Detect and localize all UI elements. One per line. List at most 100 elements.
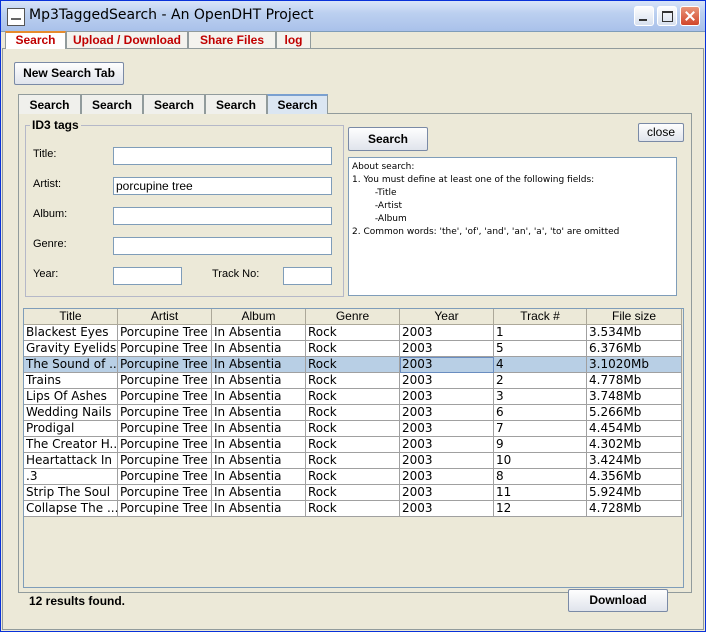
- table-row[interactable]: .3 Porcupine Tree In Absentia Rock 2003 8 4.35…: [24, 469, 682, 485]
- cell-track[interactable]: 5: [494, 341, 587, 357]
- cell-artist[interactable]: Porcupine Tree: [118, 357, 212, 373]
- column-header-file-size[interactable]: File size: [587, 309, 682, 325]
- tab-upload-download[interactable]: Upload / Download: [66, 31, 188, 48]
- cell-genre[interactable]: Rock: [306, 341, 400, 357]
- cell-title[interactable]: Collapse The ...: [24, 501, 118, 517]
- cell-title[interactable]: Lips Of Ashes: [24, 389, 118, 405]
- cell-album[interactable]: In Absentia: [212, 501, 306, 517]
- column-header-year[interactable]: Year: [400, 309, 494, 325]
- cell-album[interactable]: In Absentia: [212, 357, 306, 373]
- table-row[interactable]: Trains Porcupine Tree In Absentia Rock 2003 2…: [24, 373, 682, 389]
- cell-title[interactable]: Trains: [24, 373, 118, 389]
- column-header-album[interactable]: Album: [212, 309, 306, 325]
- table-row[interactable]: Lips Of Ashes Porcupine Tree In Absentia Ro…: [24, 389, 682, 405]
- column-header-title[interactable]: Title: [24, 309, 118, 325]
- new-search-tab-button[interactable]: New Search Tab: [14, 62, 124, 85]
- cell-artist[interactable]: Porcupine Tree: [118, 501, 212, 517]
- cell-album[interactable]: In Absentia: [212, 389, 306, 405]
- cell-artist[interactable]: Porcupine Tree: [118, 325, 212, 341]
- table-row[interactable]: The Sound of ... Porcupine Tree In Absenti…: [24, 357, 682, 373]
- close-icon[interactable]: [680, 6, 700, 26]
- table-row[interactable]: Heartattack In ... Porcupine Tree In Absen…: [24, 453, 682, 469]
- cell-artist[interactable]: Porcupine Tree: [118, 389, 212, 405]
- cell-file-size[interactable]: 5.924Mb: [587, 485, 682, 501]
- cell-genre[interactable]: Rock: [306, 389, 400, 405]
- cell-year[interactable]: 2003: [400, 341, 494, 357]
- cell-title[interactable]: Heartattack In ...: [24, 453, 118, 469]
- tab-share-files[interactable]: Share Files: [188, 31, 276, 48]
- cell-track[interactable]: 9: [494, 437, 587, 453]
- cell-title[interactable]: Blackest Eyes: [24, 325, 118, 341]
- cell-album[interactable]: In Absentia: [212, 437, 306, 453]
- cell-genre[interactable]: Rock: [306, 325, 400, 341]
- cell-year[interactable]: 2003: [400, 421, 494, 437]
- cell-genre[interactable]: Rock: [306, 453, 400, 469]
- table-row[interactable]: Prodigal Porcupine Tree In Absentia Rock 200…: [24, 421, 682, 437]
- results-table[interactable]: Title Artist Album Genre Year Track # File siz…: [23, 308, 684, 588]
- cell-track[interactable]: 1: [494, 325, 587, 341]
- table-row[interactable]: Gravity Eyelids Porcupine Tree In Absentia…: [24, 341, 682, 357]
- cell-genre[interactable]: Rock: [306, 501, 400, 517]
- cell-album[interactable]: In Absentia: [212, 325, 306, 341]
- maximize-icon[interactable]: [657, 6, 677, 26]
- search-button[interactable]: Search: [348, 127, 428, 151]
- cell-title[interactable]: Wedding Nails: [24, 405, 118, 421]
- download-button[interactable]: Download: [568, 589, 668, 612]
- cell-track[interactable]: 4: [494, 357, 587, 373]
- cell-file-size[interactable]: 3.534Mb: [587, 325, 682, 341]
- track-no-input[interactable]: [283, 267, 332, 285]
- cell-title[interactable]: The Sound of ...: [24, 357, 118, 373]
- cell-genre[interactable]: Rock: [306, 485, 400, 501]
- cell-file-size[interactable]: 4.778Mb: [587, 373, 682, 389]
- cell-genre[interactable]: Rock: [306, 469, 400, 485]
- cell-file-size[interactable]: 3.1020Mb: [587, 357, 682, 373]
- cell-genre[interactable]: Rock: [306, 357, 400, 373]
- cell-year[interactable]: 2003: [400, 501, 494, 517]
- cell-genre[interactable]: Rock: [306, 405, 400, 421]
- cell-file-size[interactable]: 5.266Mb: [587, 405, 682, 421]
- column-header-track[interactable]: Track #: [494, 309, 587, 325]
- cell-year[interactable]: 2003: [400, 485, 494, 501]
- cell-title[interactable]: .3: [24, 469, 118, 485]
- cell-year[interactable]: 2003: [400, 357, 494, 373]
- cell-track[interactable]: 2: [494, 373, 587, 389]
- cell-title[interactable]: The Creator H...: [24, 437, 118, 453]
- cell-album[interactable]: In Absentia: [212, 341, 306, 357]
- cell-title[interactable]: Prodigal: [24, 421, 118, 437]
- cell-title[interactable]: Gravity Eyelids: [24, 341, 118, 357]
- search-tab-4[interactable]: Search: [205, 94, 267, 114]
- cell-year[interactable]: 2003: [400, 389, 494, 405]
- cell-year[interactable]: 2003: [400, 325, 494, 341]
- cell-track[interactable]: 3: [494, 389, 587, 405]
- cell-track[interactable]: 6: [494, 405, 587, 421]
- cell-album[interactable]: In Absentia: [212, 469, 306, 485]
- table-row[interactable]: Wedding Nails Porcupine Tree In Absentia Ro…: [24, 405, 682, 421]
- minimize-icon[interactable]: [634, 6, 654, 26]
- cell-artist[interactable]: Porcupine Tree: [118, 373, 212, 389]
- year-input[interactable]: [113, 267, 182, 285]
- cell-genre[interactable]: Rock: [306, 421, 400, 437]
- about-search-text[interactable]: About search: 1. You must define at leas…: [348, 157, 677, 296]
- cell-year[interactable]: 2003: [400, 405, 494, 421]
- title-bar[interactable]: Mp3TaggedSearch - An OpenDHT Project: [1, 1, 705, 32]
- cell-genre[interactable]: Rock: [306, 373, 400, 389]
- cell-file-size[interactable]: 4.356Mb: [587, 469, 682, 485]
- cell-track[interactable]: 10: [494, 453, 587, 469]
- cell-artist[interactable]: Porcupine Tree: [118, 469, 212, 485]
- cell-artist[interactable]: Porcupine Tree: [118, 437, 212, 453]
- table-row[interactable]: Collapse The ... Porcupine Tree In Absenti…: [24, 501, 682, 517]
- cell-file-size[interactable]: 6.376Mb: [587, 341, 682, 357]
- cell-album[interactable]: In Absentia: [212, 405, 306, 421]
- cell-artist[interactable]: Porcupine Tree: [118, 453, 212, 469]
- cell-track[interactable]: 11: [494, 485, 587, 501]
- search-tab-1[interactable]: Search: [18, 94, 81, 114]
- cell-file-size[interactable]: 3.424Mb: [587, 453, 682, 469]
- search-tab-2[interactable]: Search: [81, 94, 143, 114]
- cell-track[interactable]: 12: [494, 501, 587, 517]
- cell-title[interactable]: Strip The Soul: [24, 485, 118, 501]
- table-row[interactable]: Strip The Soul Porcupine Tree In Absentia R…: [24, 485, 682, 501]
- cell-file-size[interactable]: 4.454Mb: [587, 421, 682, 437]
- album-input[interactable]: [113, 207, 332, 225]
- artist-input[interactable]: porcupine tree: [113, 177, 332, 195]
- cell-album[interactable]: In Absentia: [212, 421, 306, 437]
